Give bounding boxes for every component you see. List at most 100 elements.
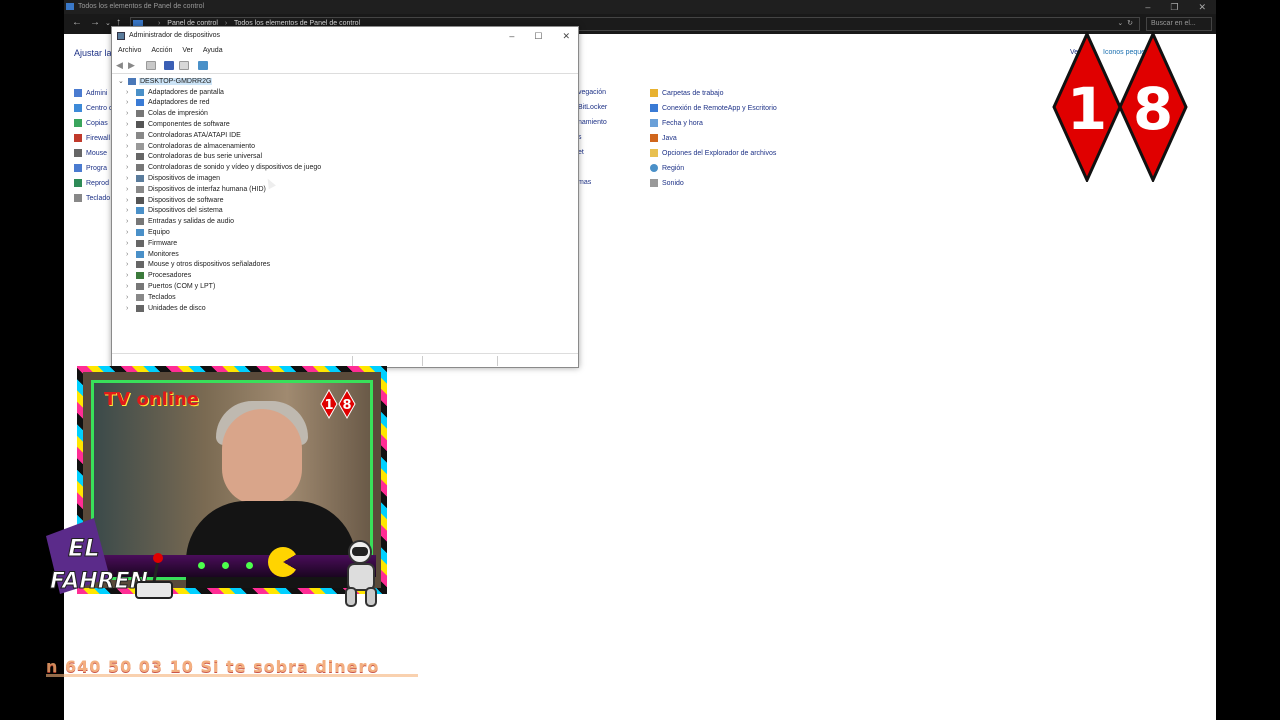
cp-item-autoplay[interactable]: Reprod xyxy=(74,179,109,187)
cp-item-mouse[interactable]: Mouse xyxy=(74,149,107,157)
cp-item-sound[interactable]: Sonido xyxy=(650,179,684,187)
tree-category-label: Colas de impresión xyxy=(148,110,208,118)
badge-digit-8: 8 xyxy=(1133,75,1173,143)
cp-item-region[interactable]: Región xyxy=(650,164,684,172)
cp-item-remoteapp[interactable]: Conexión de RemoteApp y Escritorio xyxy=(650,104,777,112)
search-input[interactable]: Buscar en el... xyxy=(1146,17,1212,31)
cp-item-storage[interactable]: namiento xyxy=(578,119,607,126)
expand-chevron-icon[interactable]: › xyxy=(126,110,136,117)
cp-item-programs[interactable]: Progra xyxy=(74,164,107,172)
device-category-icon xyxy=(136,153,144,161)
monitor-icon[interactable] xyxy=(198,61,208,70)
expand-chevron-icon[interactable]: › xyxy=(126,121,136,128)
ticker-underline xyxy=(46,674,418,677)
tree-category[interactable]: › Equipo xyxy=(126,227,170,237)
maximize-button[interactable]: ☐ xyxy=(534,27,542,45)
expand-chevron-icon[interactable]: › xyxy=(126,143,136,150)
tree-category[interactable]: › Adaptadores de pantalla xyxy=(126,87,224,97)
menu-ver[interactable]: Ver xyxy=(182,45,193,57)
close-button[interactable]: ✕ xyxy=(562,27,570,45)
status-bar xyxy=(112,353,578,367)
forward-arrow-icon[interactable]: → xyxy=(90,17,100,28)
cp-item-keyboard[interactable]: Teclado xyxy=(74,194,110,202)
cp-item-date-time[interactable]: Fecha y hora xyxy=(650,119,703,127)
back-icon[interactable]: ◀ xyxy=(116,61,126,70)
expand-chevron-icon[interactable]: › xyxy=(126,207,136,214)
tree-category[interactable]: › Dispositivos de imagen xyxy=(126,173,220,183)
expand-chevron-icon[interactable]: › xyxy=(126,272,136,279)
device-category-icon xyxy=(136,218,144,226)
computer-name: DESKTOP-GMDRR2G xyxy=(139,77,213,85)
tree-root-node[interactable]: ⌄ DESKTOP-GMDRR2G xyxy=(118,77,213,85)
cp-item-firewall[interactable]: Firewall xyxy=(74,134,110,142)
tree-category[interactable]: › Dispositivos de software xyxy=(126,195,223,205)
computer-icon xyxy=(128,77,136,85)
expand-chevron-icon[interactable]: › xyxy=(126,99,136,106)
expand-chevron-icon[interactable]: › xyxy=(126,240,136,247)
tree-category[interactable]: › Entradas y salidas de audio xyxy=(126,217,234,227)
device-category-icon xyxy=(136,110,144,118)
cp-item-work-folders[interactable]: Carpetas de trabajo xyxy=(650,89,723,97)
expand-chevron-icon[interactable]: › xyxy=(126,186,136,193)
tree-category[interactable]: › Mouse y otros dispositivos señaladores xyxy=(126,260,270,270)
refresh-icon[interactable]: ↻ xyxy=(1127,20,1133,27)
cp-item-java[interactable]: Java xyxy=(650,134,677,142)
tree-category[interactable]: › Controladoras de bus serie universal xyxy=(126,152,262,162)
cp-item-bitlocker[interactable]: BitLocker xyxy=(578,104,607,111)
tree-category-label: Firmware xyxy=(148,239,178,247)
device-category-icon xyxy=(136,142,144,150)
help-icon[interactable] xyxy=(164,61,174,70)
minimize-button[interactable]: – xyxy=(509,27,514,45)
cp-item-admin[interactable]: Admini xyxy=(74,89,107,97)
tree-category[interactable]: › Procesadores xyxy=(126,271,191,281)
menu-accion[interactable]: Acción xyxy=(151,45,172,57)
tree-category[interactable]: › Unidades de disco xyxy=(126,303,206,313)
cp-item-systems[interactable]: mas xyxy=(578,179,591,186)
expand-chevron-icon[interactable]: › xyxy=(126,89,136,96)
cp-item-explorer-options[interactable]: Opciones del Explorador de archivos xyxy=(650,149,776,157)
tree-category[interactable]: › Colas de impresión xyxy=(126,109,208,119)
tree-category[interactable]: › Controladoras ATA/ATAPI IDE xyxy=(126,130,241,140)
expand-chevron-icon[interactable]: › xyxy=(126,305,136,312)
tree-category-label: Procesadores xyxy=(148,272,192,280)
menu-ayuda[interactable]: Ayuda xyxy=(203,45,223,57)
tree-category[interactable]: › Monitores xyxy=(126,249,179,259)
expand-chevron-icon[interactable]: › xyxy=(126,164,136,171)
expand-chevron-icon[interactable]: › xyxy=(126,132,136,139)
expand-chevron-icon[interactable]: › xyxy=(126,197,136,204)
expand-chevron-icon[interactable]: › xyxy=(126,283,136,290)
expand-chevron-icon[interactable]: › xyxy=(126,229,136,236)
collapse-chevron-icon[interactable]: ⌄ xyxy=(118,77,126,85)
forward-icon[interactable]: ▶ xyxy=(128,61,138,70)
tree-category[interactable]: › Componentes de software xyxy=(126,119,230,129)
close-button[interactable]: ✕ xyxy=(1198,0,1206,14)
tree-category[interactable]: › Adaptadores de red xyxy=(126,98,210,108)
tree-category[interactable]: › Dispositivos del sistema xyxy=(126,206,223,216)
cp-item-center[interactable]: Centro d xyxy=(74,104,113,112)
pac-dot xyxy=(246,562,253,569)
tree-category[interactable]: › Controladoras de sonido y vídeo y dispo… xyxy=(126,163,321,173)
device-category-icon xyxy=(136,282,144,290)
expand-chevron-icon[interactable]: › xyxy=(126,218,136,225)
address-dropdown-icon[interactable]: ⌄ xyxy=(1117,20,1123,27)
cp-item-backup[interactable]: Copias xyxy=(74,119,108,127)
expand-chevron-icon[interactable]: › xyxy=(126,251,136,258)
view-icon[interactable] xyxy=(179,61,189,70)
expand-chevron-icon[interactable]: › xyxy=(126,175,136,182)
minimize-button[interactable]: – xyxy=(1145,0,1150,14)
tree-category[interactable]: › Puertos (COM y LPT) xyxy=(126,281,215,291)
tree-category[interactable]: › Dispositivos de interfaz humana (HID) xyxy=(126,184,266,194)
tree-category[interactable]: › Controladoras de almacenamiento xyxy=(126,141,255,151)
expand-chevron-icon[interactable]: › xyxy=(126,261,136,268)
menu-archivo[interactable]: Archivo xyxy=(118,45,141,57)
cp-item-navigation[interactable]: vegación xyxy=(578,89,606,96)
expand-chevron-icon[interactable]: › xyxy=(126,153,136,160)
expand-chevron-icon[interactable]: › xyxy=(126,294,136,301)
properties-icon[interactable] xyxy=(146,61,156,70)
tree-category[interactable]: › Teclados xyxy=(126,292,176,302)
tree-category-label: Dispositivos de software xyxy=(148,196,224,204)
maximize-button[interactable]: ❐ xyxy=(1170,0,1178,14)
recent-dropdown-icon[interactable]: ⌄ xyxy=(105,19,111,27)
tree-category[interactable]: › Firmware xyxy=(126,238,177,248)
back-arrow-icon[interactable]: ← xyxy=(72,17,82,28)
